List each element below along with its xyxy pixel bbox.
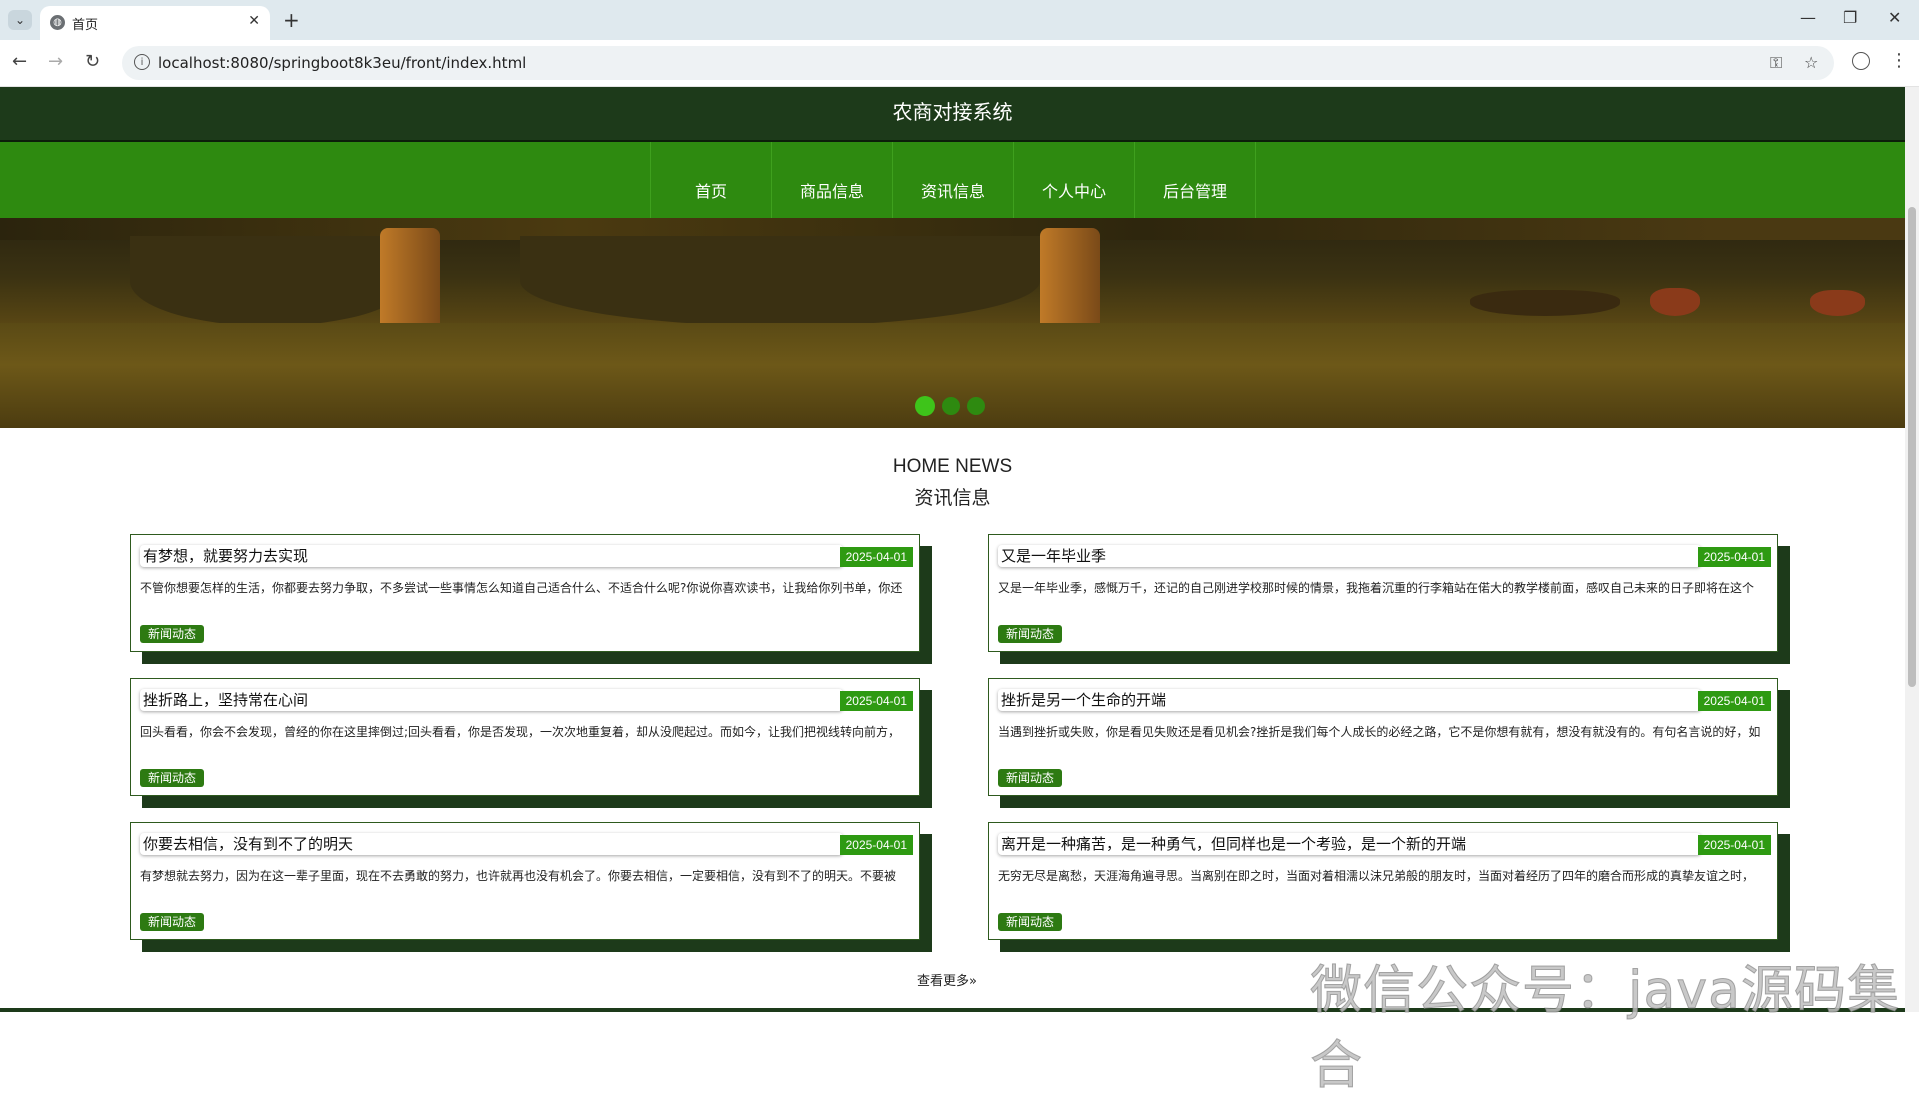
news-card[interactable]: 离开是一种痛苦，是一种勇气，但同样也是一个考验，是一个新的开端 2025-04-… <box>988 822 1790 952</box>
news-summary: 当遇到挫折或失败，你是看见失败还是看见机会?挫折是我们每个人成长的必经之路，它不… <box>998 725 1761 739</box>
news-card[interactable]: 你要去相信，没有到不了的明天 2025-04-01 有梦想就去努力，因为在这一辈… <box>130 822 932 952</box>
reload-icon[interactable]: ↻ <box>85 51 100 72</box>
view-more-link[interactable]: 查看更多» <box>917 970 977 989</box>
tab-title: 首页 <box>72 18 99 33</box>
news-tag: 新闻动态 <box>998 769 1063 787</box>
minimize-icon[interactable]: — <box>1800 8 1816 27</box>
news-tag: 新闻动态 <box>140 769 205 787</box>
close-window-icon[interactable]: ✕ <box>1888 8 1901 27</box>
news-tag: 新闻动态 <box>140 913 205 931</box>
news-date: 2025-04-01 <box>1697 835 1771 855</box>
key-icon[interactable]: ⚿ <box>1770 53 1782 73</box>
news-date: 2025-04-01 <box>839 547 913 567</box>
news-summary: 不管你想要怎样的生活，你都要去努力争取，不多尝试一些事情怎么知道自己适合什么、不… <box>140 581 903 595</box>
nav-products[interactable]: 商品信息 <box>772 142 893 218</box>
browser-toolbar: ← → ↻ i localhost:8080/springboot8k3eu/f… <box>0 40 1919 87</box>
star-icon[interactable]: ☆ <box>1804 53 1818 72</box>
new-tab-button[interactable]: + <box>283 8 300 32</box>
banner-carousel[interactable] <box>0 218 1905 428</box>
nav-news[interactable]: 资讯信息 <box>893 142 1014 218</box>
news-title[interactable]: 你要去相信，没有到不了的明天 <box>140 833 843 855</box>
carousel-dot-3[interactable] <box>967 397 985 415</box>
section-title-en: HOME NEWS <box>892 456 1013 477</box>
news-tag: 新闻动态 <box>998 913 1063 931</box>
menu-icon[interactable]: ⋮ <box>1890 50 1908 71</box>
news-summary: 无穷无尽是离愁，天涯海角遍寻思。当离别在即之时，当面对着相濡以沫兄弟般的朋友时，… <box>998 869 1755 883</box>
nav-profile[interactable]: 个人中心 <box>1014 142 1135 218</box>
carousel-dot-1[interactable] <box>915 396 935 416</box>
news-title[interactable]: 有梦想，就要努力去实现 <box>140 545 843 567</box>
news-card[interactable]: 挫折路上，坚持常在心间 2025-04-01 回头看看，你会不会发现，曾经的你在… <box>130 678 932 808</box>
section-title-cn: 资讯信息 <box>914 487 991 509</box>
forward-icon[interactable]: → <box>48 51 63 72</box>
scrollbar-thumb[interactable] <box>1908 207 1916 687</box>
news-summary: 有梦想就去努力，因为在这一辈子里面，现在不去勇敢的努力，也许就再也没有机会了。你… <box>140 869 897 883</box>
close-icon[interactable]: ✕ <box>248 13 260 29</box>
url-text[interactable]: localhost:8080/springboot8k3eu/front/ind… <box>158 54 526 72</box>
scrollbar[interactable] <box>1905 87 1919 1012</box>
browser-tab[interactable]: ◍ 首页 ✕ <box>40 6 270 40</box>
news-section-title: HOME NEWS 资讯信息 <box>0 456 1905 510</box>
globe-icon: ◍ <box>50 15 65 30</box>
address-bar[interactable]: i localhost:8080/springboot8k3eu/front/i… <box>122 46 1834 80</box>
nav-home[interactable]: 首页 <box>651 142 772 218</box>
news-card[interactable]: 有梦想，就要努力去实现 2025-04-01 不管你想要怎样的生活，你都要去努力… <box>130 534 932 664</box>
news-title[interactable]: 又是一年毕业季 <box>998 545 1701 567</box>
news-date: 2025-04-01 <box>1697 547 1771 567</box>
restore-icon[interactable]: ❐ <box>1843 8 1857 27</box>
news-summary: 回头看看，你会不会发现，曾经的你在这里摔倒过;回头看看，你是否发现，一次次地重复… <box>140 725 901 739</box>
watermark-text: 微信公众号：java源码集合 <box>1310 961 1900 1097</box>
tab-list-button[interactable]: ⌄ <box>8 10 32 30</box>
news-date: 2025-04-01 <box>839 691 913 711</box>
news-tag: 新闻动态 <box>140 625 205 643</box>
news-title[interactable]: 离开是一种痛苦，是一种勇气，但同样也是一个考验，是一个新的开端 <box>998 833 1701 855</box>
news-title[interactable]: 挫折是另一个生命的开端 <box>998 689 1701 711</box>
carousel-dot-2[interactable] <box>942 397 960 415</box>
nav-admin[interactable]: 后台管理 <box>1135 142 1256 218</box>
browser-tabbar: ⌄ ◍ 首页 ✕ + — ❐ ✕ <box>0 0 1919 40</box>
carousel-indicators <box>915 396 985 416</box>
news-date: 2025-04-01 <box>1697 691 1771 711</box>
profile-icon[interactable] <box>1852 52 1870 70</box>
site-title: 农商对接系统 <box>892 100 1013 124</box>
news-card[interactable]: 挫折是另一个生命的开端 2025-04-01 当遇到挫折或失败，你是看见失败还是… <box>988 678 1790 808</box>
info-icon[interactable]: i <box>134 54 150 70</box>
main-nav: 首页 商品信息 资讯信息 个人中心 后台管理 <box>0 142 1905 218</box>
news-summary: 又是一年毕业季，感慨万千，还记的自己刚进学校那时候的情景，我拖着沉重的行李箱站在… <box>998 581 1755 595</box>
news-card[interactable]: 又是一年毕业季 2025-04-01 又是一年毕业季，感慨万千，还记的自己刚进学… <box>988 534 1790 664</box>
news-title[interactable]: 挫折路上，坚持常在心间 <box>140 689 843 711</box>
back-icon[interactable]: ← <box>12 51 27 72</box>
news-date: 2025-04-01 <box>839 835 913 855</box>
news-tag: 新闻动态 <box>998 625 1063 643</box>
site-header: 农商对接系统 <box>0 87 1905 142</box>
